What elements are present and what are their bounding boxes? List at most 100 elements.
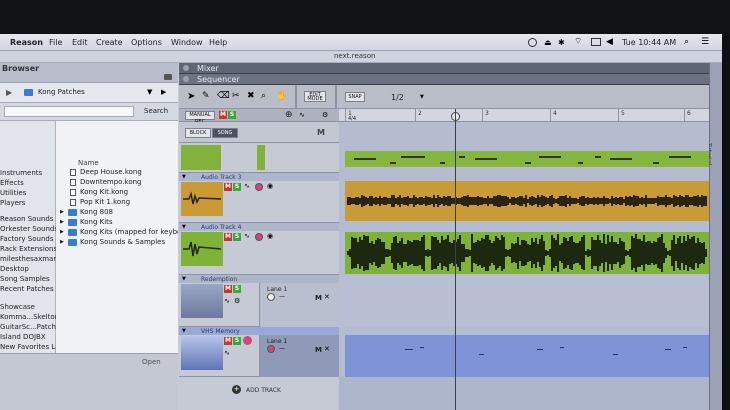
playhead[interactable] [455,109,456,410]
lane-menu-icon[interactable]: — [279,293,285,301]
add-icon[interactable]: ⊕ [285,110,293,120]
menubar-clock[interactable]: Tue 10:44 AM [622,38,676,48]
location-item[interactable]: Utilities [0,189,26,198]
automation-icon[interactable]: ∿ [224,297,230,306]
location-item[interactable]: Showcase [0,303,35,312]
track-name[interactable]: Audio Track 3 [201,174,241,181]
location-item[interactable]: Players [0,199,25,208]
song-button[interactable]: SONG [212,128,238,138]
monitor-icon[interactable]: ◉ [267,182,273,191]
lane-menu-icon[interactable]: — [279,345,285,353]
disclosure-triangle-icon[interactable]: ▶ [60,228,64,237]
eraser-tool-icon[interactable]: ⌫ [217,91,230,102]
chevron-down-icon[interactable]: ▼ [420,94,424,100]
track-name[interactable]: VHS Memory [201,328,240,335]
mute-tool-icon[interactable]: ✖ [247,91,255,102]
menu-create[interactable]: Create [96,38,123,48]
time-machine-icon[interactable] [528,38,537,47]
add-icon[interactable]: + [232,385,241,394]
snap-button[interactable]: SNAP [345,92,365,102]
track-name[interactable]: Audio Track 4 [201,224,241,231]
bluetooth-icon[interactable]: ✱ [558,38,565,47]
disclosure-triangle-icon[interactable]: ▶ [60,238,64,247]
select-tool-icon[interactable]: ➤ [187,91,195,102]
track-header-redemption[interactable]: ▼ Redemption M S ∿ ⚙ Lane 1 — M ✕ [179,275,339,327]
disclosure-triangle-icon[interactable]: ▼ [182,174,186,180]
chevron-down-icon[interactable]: ▼ [147,88,152,97]
location-item[interactable]: Island DOJBX [0,333,46,342]
mute-button[interactable]: M [224,337,232,345]
solo-button[interactable]: S [233,337,241,345]
back-arrow-icon[interactable]: ▶ [6,88,12,97]
mute-button[interactable]: M [224,183,232,191]
disclosure-triangle-icon[interactable]: ▼ [182,328,186,334]
collapse-icon[interactable] [183,65,189,71]
volume-icon[interactable]: ◀ [606,37,613,47]
location-item[interactable]: Orkester Sounds [0,225,58,234]
menu-options[interactable]: Options [131,38,162,48]
location-item[interactable]: Instruments [0,169,42,178]
open-button[interactable]: Open [142,358,161,367]
app-menu[interactable]: Reason [10,38,43,48]
audio-clip[interactable] [345,232,709,274]
location-item[interactable]: milesthesaxman [0,255,58,264]
mixer-panel-bar[interactable]: Mixer [179,63,709,74]
midi-clip[interactable] [345,151,709,167]
automation-icon[interactable]: ∿ [244,182,250,191]
location-item[interactable]: New Favorites List [0,343,64,352]
browser-path-label[interactable]: Kong Patches [38,88,85,97]
automation-icon[interactable]: ∿ [299,111,305,120]
pencil-tool-icon[interactable]: ✎ [202,91,210,102]
close-icon[interactable]: ✕ [324,293,330,302]
master-mute-label[interactable]: M [317,128,325,137]
column-header-name[interactable]: Name [78,159,99,168]
solo-button[interactable]: S [228,111,236,119]
track-name[interactable]: Redemption [201,276,237,283]
list-item[interactable]: ▶ Kong Kits (mapped for keyboard) [58,228,178,237]
audio-clip[interactable] [345,181,709,221]
record-enable-icon[interactable] [267,293,275,301]
spotlight-search-icon[interactable]: ⌕ [684,37,689,47]
folder-icon[interactable] [164,74,172,80]
timeline-ruler[interactable]: 1 4/4 2 3 4 5 6 [339,109,709,122]
location-item[interactable]: Recent Patches [0,285,54,294]
disclosure-triangle-icon[interactable]: ▶ [60,218,64,227]
disclosure-triangle-icon[interactable]: ▼ [182,276,186,282]
razor-tool-icon[interactable]: ✂ [232,91,240,102]
add-track-button[interactable]: ADD TRACK [246,386,281,395]
settings-icon[interactable]: ⚙ [234,297,240,306]
location-item[interactable]: Rack Extensions [0,245,57,254]
manual-rec-button[interactable]: MANUAL REC [185,111,215,125]
hand-tool-icon[interactable]: ✋ [276,91,287,102]
location-item[interactable]: GuitarSc...Patches [0,323,64,332]
solo-button[interactable]: S [233,183,241,191]
midi-clip[interactable] [345,335,709,377]
disclosure-triangle-icon[interactable]: ▼ [182,224,186,230]
track-header-vhs[interactable]: ▼ VHS Memory M S ∿ Lane 1 — M ✕ [179,327,339,377]
arrangement-view[interactable]: 1 4/4 2 3 4 5 6 [339,109,709,410]
sequencer-panel-bar[interactable]: Sequencer [179,74,709,85]
collapse-icon[interactable] [183,76,189,82]
mute-button[interactable]: M [224,285,232,293]
menu-help[interactable]: Help [209,38,227,48]
location-item[interactable]: Factory Sounds [0,235,53,244]
input-source-icon[interactable] [591,38,601,46]
location-item[interactable]: Effects [0,179,24,188]
menu-edit[interactable]: Edit [72,38,88,48]
close-icon[interactable]: ✕ [324,345,330,354]
mute-button[interactable]: M [224,233,232,241]
record-enable-icon[interactable] [255,183,263,191]
block-button[interactable]: BLOCK [185,128,211,138]
mute-button[interactable]: M [219,111,227,119]
menu-file[interactable]: File [49,38,62,48]
tutorial-side-tab[interactable]: Tutorial [705,63,722,410]
disclosure-triangle-icon[interactable]: ▶ [60,208,64,217]
wifi-icon[interactable]: ⌔ [574,37,582,47]
automation-icon[interactable]: ∿ [224,349,230,358]
snap-value[interactable]: 1/2 [391,93,404,102]
monitor-icon[interactable]: ◉ [267,232,273,241]
magnify-tool-icon[interactable]: ⌕ [261,91,266,102]
search-input[interactable] [4,106,134,117]
record-enable-icon[interactable] [243,336,252,345]
record-enable-icon[interactable] [255,233,263,241]
